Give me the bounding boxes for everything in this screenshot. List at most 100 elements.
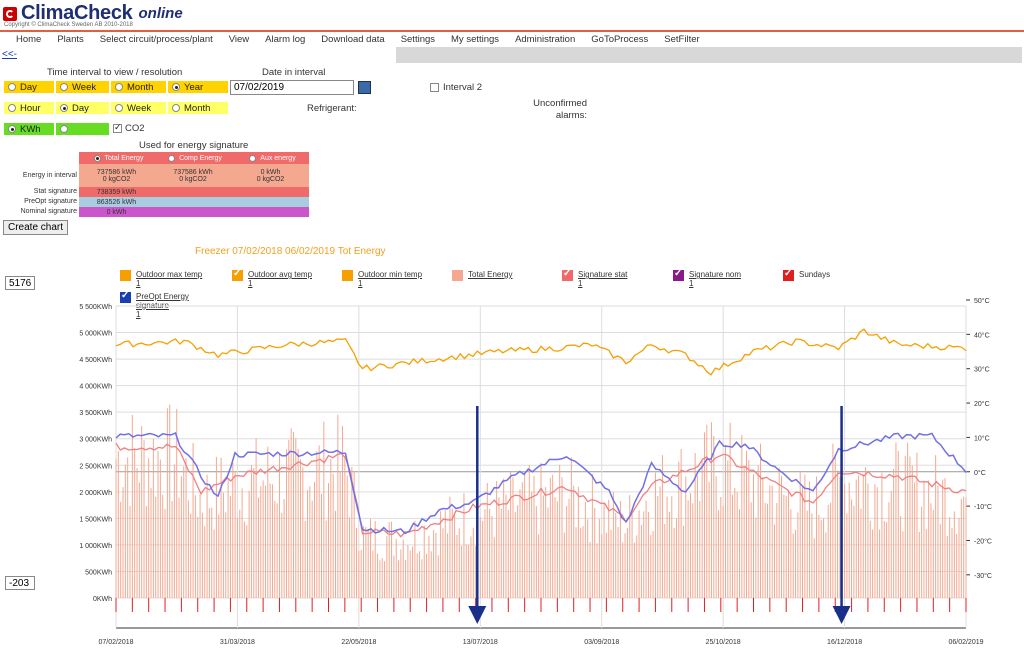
y-tick-left: 1 500KWh — [79, 516, 112, 523]
resolution-day[interactable]: Day — [55, 101, 110, 115]
radio-icon[interactable] — [8, 104, 16, 112]
radio-icon[interactable] — [168, 154, 176, 162]
copyright: Copyright © ClimaCheck Sweden AB 2010-20… — [4, 22, 133, 28]
radio-icon[interactable] — [60, 104, 68, 112]
x-tick: 07/02/2018 — [98, 639, 133, 646]
energy-cell-text: 0 kWh — [260, 168, 281, 176]
logo-suffix: online — [138, 5, 183, 22]
x-tick: 16/12/2018 — [827, 639, 862, 646]
nav-settings[interactable]: Settings — [401, 34, 435, 45]
radio-label: Month — [127, 81, 154, 93]
radio-label: Month — [184, 102, 211, 114]
y-max-input[interactable] — [5, 276, 35, 290]
x-tick: 03/09/2018 — [584, 639, 619, 646]
legend-checkbox[interactable] — [452, 270, 463, 281]
unconfirmed-alarms-label: Unconfirmed alarms: — [533, 98, 587, 121]
interval2-toggle[interactable]: Interval 2 — [430, 82, 482, 93]
radio-icon[interactable] — [172, 104, 180, 112]
interval2-label: Interval 2 — [443, 82, 483, 93]
legend-item-signature-stat[interactable]: Signature stat1 — [562, 268, 627, 288]
energy-col-0[interactable]: Total Energy — [79, 152, 154, 164]
radio-icon[interactable] — [60, 83, 68, 91]
resolution-week[interactable]: Week — [110, 101, 167, 115]
legend-label: Sundays — [799, 270, 831, 279]
nav-alarm-log[interactable]: Alarm log — [265, 34, 305, 45]
interval2-checkbox[interactable] — [430, 83, 439, 92]
interval-month[interactable]: Month — [110, 80, 167, 94]
nav-my-settings[interactable]: My settings — [451, 34, 499, 45]
date-heading: Date in interval — [262, 67, 326, 78]
nav-view[interactable]: View — [229, 34, 249, 45]
nav-download-data[interactable]: Download data — [321, 34, 384, 45]
energy-cell-text: 737586 kWh — [96, 168, 137, 176]
nominal-value: 0 kWh — [79, 207, 154, 217]
interval-year[interactable]: Year — [167, 80, 229, 94]
energy-col-2[interactable]: Aux energy — [232, 152, 309, 164]
legend-item-outdoor-min-temp[interactable]: Outdoor min temp 1 — [342, 270, 422, 288]
back-link[interactable]: <<- — [2, 49, 17, 60]
legend-checkbox[interactable] — [673, 268, 684, 281]
unit-kwh[interactable]: KWh — [3, 122, 55, 136]
co2-toggle[interactable]: CO2 — [113, 122, 145, 134]
calendar-icon[interactable] — [358, 81, 371, 94]
toolbar-bar — [396, 47, 1022, 63]
energy-cell-2: 0 kWh 0 kgCO2 — [232, 164, 309, 187]
radio-icon[interactable] — [115, 83, 123, 91]
y-tick-left: 2 500KWh — [79, 463, 112, 470]
stat-value: 738359 kWh — [79, 187, 154, 197]
legend-item-outdoor-avg-temp[interactable]: Outdoor avg temp1 — [232, 268, 313, 288]
interval-day[interactable]: Day — [3, 80, 55, 94]
radio-label: Hour — [20, 102, 41, 114]
legend-checkbox[interactable] — [562, 268, 573, 281]
nav-setfilter[interactable]: SetFilter — [664, 34, 699, 45]
nav-gotoprocess[interactable]: GoToProcess — [591, 34, 648, 45]
radio-icon[interactable] — [60, 125, 68, 133]
radio-icon[interactable] — [8, 125, 16, 133]
interval-week[interactable]: Week — [55, 80, 110, 94]
refrigerant-label: Refrigerant: — [307, 103, 357, 114]
radio-icon[interactable] — [8, 83, 16, 91]
legend-checkbox[interactable] — [342, 270, 353, 281]
y-tick-left: 5 000KWh — [79, 331, 112, 338]
legend-label: Outdoor avg temp 1 — [248, 270, 313, 288]
y-tick-right: -30°C — [974, 572, 992, 580]
energy-row-label: PreOpt signature — [24, 198, 77, 205]
create-chart-button[interactable]: Create chart — [3, 220, 69, 235]
y-tick-left: 2 000KWh — [79, 490, 112, 497]
legend-checkbox[interactable] — [120, 270, 131, 281]
y-tick-left: 4 500KWh — [79, 357, 112, 364]
legend-item-outdoor-max-temp[interactable]: Outdoor max temp 1 — [120, 270, 202, 288]
radio-icon[interactable] — [249, 154, 257, 162]
legend-checkbox[interactable] — [783, 268, 794, 281]
resolution-hour[interactable]: Hour — [3, 101, 55, 115]
y-tick-left: 4 000KWh — [79, 384, 112, 391]
energy-cell-text: Comp Energy — [179, 154, 222, 162]
radio-icon[interactable] — [172, 83, 180, 91]
radio-icon[interactable] — [93, 154, 101, 162]
energy-cell-text: 0 kgCO2 — [102, 175, 131, 183]
resolution-month[interactable]: Month — [167, 101, 229, 115]
legend-item-total-energy[interactable]: Total Energy — [452, 270, 512, 281]
y-tick-left: 1 000KWh — [79, 543, 112, 550]
date-input[interactable] — [230, 80, 354, 95]
unit-blank[interactable] — [55, 122, 110, 136]
nav-select-circuit-process-plant[interactable]: Select circuit/process/plant — [100, 34, 213, 45]
radio-icon[interactable] — [115, 104, 123, 112]
energy-cell-text: 0 kgCO2 — [256, 175, 285, 183]
co2-checkbox[interactable] — [113, 122, 122, 133]
radio-label: KWh — [20, 123, 41, 135]
nav-administration[interactable]: Administration — [515, 34, 575, 45]
x-tick: 25/10/2018 — [706, 639, 741, 646]
legend-label: Outdoor max temp 1 — [136, 270, 203, 288]
legend-checkbox[interactable] — [232, 268, 243, 281]
nav-plants[interactable]: Plants — [57, 34, 83, 45]
legend-label: Signature nom 1 — [689, 270, 742, 288]
nav-home[interactable]: Home — [16, 34, 41, 45]
legend-item-signature-nom[interactable]: Signature nom1 — [673, 268, 742, 288]
energy-cell-0: 737586 kWh 0 kgCO2 — [79, 164, 154, 187]
energy-row-label: Stat signature — [33, 188, 77, 195]
energy-col-1[interactable]: Comp Energy — [154, 152, 232, 164]
legend-item-sundays[interactable]: Sundays — [783, 268, 831, 281]
nominal-fill — [154, 207, 309, 217]
y-tick-right: 50°C — [974, 297, 990, 305]
